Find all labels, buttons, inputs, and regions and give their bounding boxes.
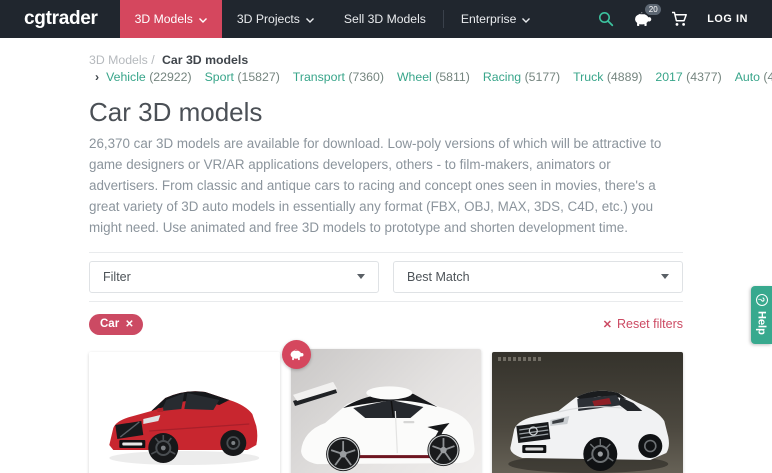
product-image-white-sports-car xyxy=(290,348,482,473)
nav-enterprise[interactable]: Enterprise xyxy=(446,0,546,38)
page-description: 26,370 car 3D models are available for d… xyxy=(89,136,662,235)
nav-3d-projects[interactable]: 3D Projects xyxy=(222,0,329,38)
category-link-racing[interactable]: Racing (5177) xyxy=(483,70,560,84)
breadcrumb-chevron: › xyxy=(95,70,100,84)
nav-sell-3d-models[interactable]: Sell 3D Models xyxy=(329,0,441,38)
breadcrumb-root[interactable]: 3D Models xyxy=(89,53,148,67)
sale-badge[interactable] xyxy=(281,339,311,369)
header-actions: 20 LOG IN xyxy=(598,0,772,38)
breadcrumb: 3D Models / Car 3D models › Vehicle (2292… xyxy=(89,52,772,86)
product-card[interactable]: $129.00 xyxy=(89,351,280,473)
notifications-badge: 20 xyxy=(645,4,662,15)
product-image-red-sedan xyxy=(89,351,280,473)
product-grid: $129.00 xyxy=(89,339,683,473)
main-nav: 3D Models 3D Projects Sell 3D Models Ent… xyxy=(119,0,546,38)
filter-chip-car[interactable]: Car ✕ xyxy=(89,313,143,335)
filter-dropdown[interactable]: Filter xyxy=(89,260,379,293)
product-image-white-coupe xyxy=(492,351,683,473)
filter-bar: Filter Best Match xyxy=(89,251,683,302)
category-link-2017[interactable]: 2017 (4377) xyxy=(655,70,721,84)
breadcrumb-separator: / xyxy=(151,53,155,67)
category-link-auto[interactable]: Auto (4060) xyxy=(735,70,772,84)
piggy-bank-icon[interactable]: 20 xyxy=(633,4,662,27)
category-link-truck[interactable]: Truck (4889) xyxy=(573,70,642,84)
nav-3d-models[interactable]: 3D Models xyxy=(119,0,222,38)
category-link-transport[interactable]: Transport (7360) xyxy=(293,70,384,84)
nav-divider xyxy=(442,10,444,28)
logo[interactable]: cgtrader xyxy=(0,0,120,38)
chevron-down-icon xyxy=(305,12,314,26)
help-label: Help xyxy=(755,311,768,335)
sort-dropdown[interactable]: Best Match xyxy=(393,260,683,293)
search-icon[interactable] xyxy=(598,11,614,27)
close-icon: ✕ xyxy=(602,318,612,331)
product-card[interactable]: $20.00 xyxy=(281,339,482,473)
product-card[interactable]: $249.00 xyxy=(492,351,683,473)
main-content: 3D Models / Car 3D models › Vehicle (2292… xyxy=(89,52,772,473)
close-icon[interactable]: ✕ xyxy=(125,319,133,330)
login-button[interactable]: LOG IN xyxy=(707,13,748,25)
help-tab[interactable]: ? Help xyxy=(751,286,772,344)
top-navbar: cgtrader 3D Models 3D Projects Sell 3D M… xyxy=(0,0,772,38)
active-filters-row: Car ✕ ✕ Reset filters xyxy=(89,313,683,335)
dropdown-arrow-icon xyxy=(357,274,365,280)
question-circle-icon: ? xyxy=(755,294,768,306)
chevron-down-icon xyxy=(198,12,207,26)
cart-icon[interactable] xyxy=(671,11,688,27)
piggy-bank-icon xyxy=(290,348,304,360)
chevron-down-icon xyxy=(522,12,531,26)
watermark xyxy=(498,356,543,361)
category-link-wheel[interactable]: Wheel (5811) xyxy=(397,70,470,84)
category-link-sport[interactable]: Sport (15827) xyxy=(205,70,280,84)
breadcrumb-current: Car 3D models xyxy=(162,53,249,67)
category-link-vehicle[interactable]: Vehicle (22922) xyxy=(106,70,191,84)
page-title: Car 3D models xyxy=(89,97,263,127)
reset-filters-button[interactable]: ✕ Reset filters xyxy=(603,317,683,331)
dropdown-arrow-icon xyxy=(661,274,669,280)
